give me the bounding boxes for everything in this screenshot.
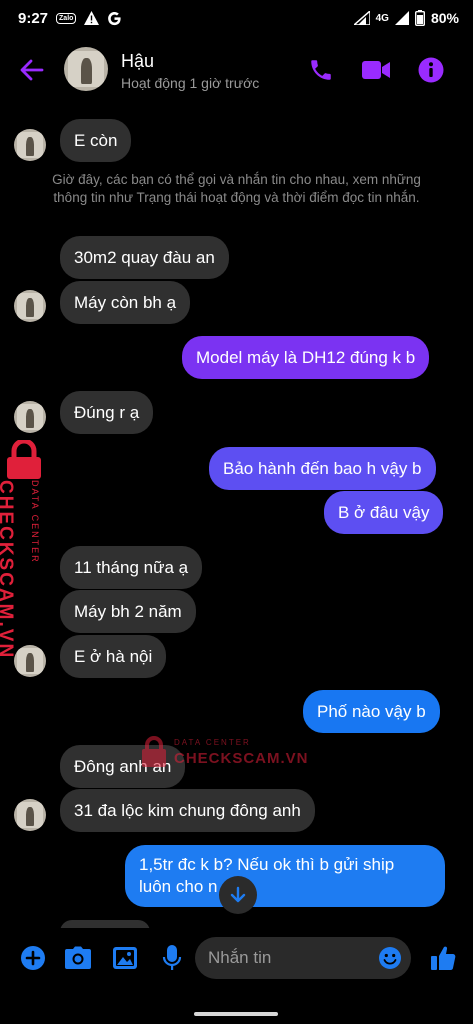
message-composer xyxy=(0,928,473,988)
side-watermark-sub: DATA CENTER xyxy=(30,480,40,564)
message-bubble[interactable]: B ở đâu vậy xyxy=(324,491,444,534)
center-watermark-brand: CHECKSCAM.VN xyxy=(174,750,309,767)
sender-avatar[interactable] xyxy=(14,290,46,322)
message-bubble[interactable]: Máy còn bh ạ xyxy=(60,281,191,324)
contact-avatar[interactable] xyxy=(64,47,108,91)
message-bubble[interactable]: E còn xyxy=(60,119,132,162)
contact-active-status: Hoạt động 1 giờ trước xyxy=(121,75,260,91)
network-label: 4G xyxy=(375,12,389,24)
battery-percent: 80% xyxy=(430,10,459,26)
message-bubble[interactable]: 31 đa lộc kim chung đông anh xyxy=(60,789,315,832)
center-watermark-sub: DATA CENTER xyxy=(174,738,251,747)
message-bubble[interactable]: Bảo hành đến bao h vậy b xyxy=(209,447,436,490)
info-icon[interactable] xyxy=(416,55,446,85)
plus-circle-icon[interactable] xyxy=(18,943,48,973)
message-bubble[interactable]: 30m2 quay đàu an xyxy=(60,236,229,279)
status-bar: 9:27 Zalo 4G 80% xyxy=(0,0,473,36)
message-bubble[interactable]: 1,5tr đc k b? Nếu ok thì b gửi ship luôn… xyxy=(125,845,445,907)
message-bubble[interactable]: E ở hà nội xyxy=(60,635,167,678)
checkscam-side-watermark: CHECKSCAM.VN DATA CENTER xyxy=(0,438,50,659)
status-time: 9:27 xyxy=(18,9,49,27)
battery-icon xyxy=(414,10,425,26)
message-bubble[interactable]: Phố nào vậy b xyxy=(303,690,440,733)
camera-icon[interactable] xyxy=(63,943,93,973)
checkscam-center-watermark: DATA CENTER CHECKSCAM.VN xyxy=(140,734,308,774)
conversation-info-text: Giờ đây, các bạn có thể gọi và nhắn tin … xyxy=(52,172,421,205)
thumbs-up-icon[interactable] xyxy=(428,943,458,973)
sender-avatar[interactable] xyxy=(14,645,46,677)
message-input-container[interactable] xyxy=(195,937,411,979)
message-bubble[interactable]: 11 tháng nữa ạ xyxy=(60,546,203,589)
message-bubble[interactable]: Máy bh 2 năm xyxy=(60,590,196,633)
back-arrow-icon[interactable] xyxy=(18,56,46,84)
message-bubble[interactable]: Model máy là DH12 đúng k b xyxy=(182,336,430,379)
signal-icon xyxy=(394,11,409,25)
video-call-icon[interactable] xyxy=(361,55,391,85)
google-icon xyxy=(107,11,122,26)
emoji-icon[interactable] xyxy=(378,946,402,970)
microphone-icon[interactable] xyxy=(157,943,187,973)
lock-logo-icon xyxy=(7,438,41,479)
wifi-icon xyxy=(353,11,370,25)
message-bubble[interactable]: Đúng r ạ xyxy=(60,391,154,434)
contact-name[interactable]: Hậu xyxy=(121,51,154,72)
message-input[interactable] xyxy=(208,937,368,979)
gallery-image-icon[interactable] xyxy=(110,943,140,973)
zalo-notification-icon: Zalo xyxy=(56,12,77,24)
side-watermark-brand: CHECKSCAM.VN xyxy=(0,480,16,660)
sender-avatar[interactable] xyxy=(14,799,46,831)
sender-avatar[interactable] xyxy=(14,129,46,161)
chat-header: Hậu Hoạt động 1 giờ trước xyxy=(0,36,473,104)
scroll-to-bottom-button[interactable] xyxy=(219,876,257,914)
phone-call-icon[interactable] xyxy=(306,55,336,85)
sender-avatar[interactable] xyxy=(14,401,46,433)
home-indicator[interactable] xyxy=(194,1012,278,1016)
warning-icon xyxy=(84,11,100,25)
lock-logo-icon xyxy=(142,736,166,767)
arrow-down-icon xyxy=(230,886,246,903)
